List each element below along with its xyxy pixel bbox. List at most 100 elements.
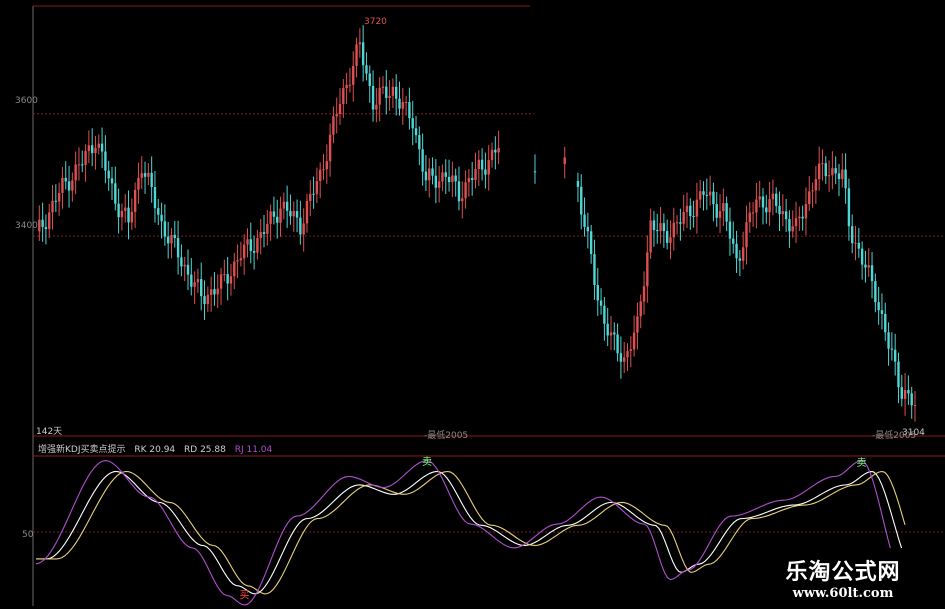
candle-body xyxy=(124,207,127,211)
candle-body xyxy=(44,226,48,230)
candle-body xyxy=(110,178,114,184)
mid-date-label: -最低2005 xyxy=(424,431,469,441)
candle-body xyxy=(345,84,348,89)
candle-body xyxy=(596,285,599,301)
candle-body xyxy=(649,220,652,253)
candle-body xyxy=(100,143,104,152)
candle-body xyxy=(824,163,827,177)
candle-body xyxy=(385,86,388,98)
candle-body xyxy=(712,191,715,205)
candle-body xyxy=(454,175,457,182)
candle-body xyxy=(494,149,497,153)
candle-body xyxy=(87,145,91,152)
candle-body xyxy=(616,334,619,354)
stock-chart: 卖 卖买 xyxy=(32,5,945,606)
candle-body xyxy=(900,387,903,399)
candle-body xyxy=(461,198,464,202)
candle-body xyxy=(851,226,854,244)
candle-body xyxy=(679,222,682,224)
candle-body xyxy=(332,116,335,135)
candle-body xyxy=(64,177,67,182)
candle-body xyxy=(646,252,649,287)
indicator-name[interactable]: 增强新KDJ买卖点提示 xyxy=(38,445,126,455)
watermark-title: 乐淘公式网 xyxy=(785,560,901,585)
candle-body xyxy=(860,248,864,265)
candle-body xyxy=(305,200,309,224)
candle-body xyxy=(233,261,236,277)
rd-value: RD 25.88 xyxy=(184,445,226,455)
candle-body xyxy=(457,181,461,202)
candle-body xyxy=(223,274,226,276)
bar-count-label: 142天 xyxy=(36,427,63,437)
candle-body xyxy=(474,168,477,181)
chart-frame xyxy=(32,5,945,606)
candle-body xyxy=(355,44,358,66)
y-tick-50: 50 xyxy=(22,530,34,540)
candle-body xyxy=(913,405,917,407)
candle-body xyxy=(190,274,193,287)
candle-body xyxy=(279,208,282,223)
candle-body xyxy=(57,192,61,202)
candle-body xyxy=(147,172,150,177)
candle-body xyxy=(378,87,381,105)
candle-body xyxy=(864,264,867,268)
candle-body xyxy=(77,164,81,166)
candle-body xyxy=(338,103,342,115)
candle-body xyxy=(890,348,894,350)
watermark-url: www.60lt.com xyxy=(792,586,894,601)
y-tick-3600: 3600 xyxy=(15,96,38,106)
candle-body xyxy=(715,204,718,218)
candle-body xyxy=(834,168,837,174)
candle-body xyxy=(470,178,474,181)
candle-body xyxy=(431,168,434,176)
candle-body xyxy=(186,264,190,275)
candle-body xyxy=(259,232,262,238)
candle-body xyxy=(781,211,785,215)
candle-body xyxy=(358,42,362,45)
candle-body xyxy=(761,196,765,208)
candle-body xyxy=(656,230,659,232)
candle-body xyxy=(41,219,44,227)
candle-body xyxy=(794,218,798,227)
candle-body xyxy=(563,157,566,165)
candle-body xyxy=(623,357,626,362)
candle-body xyxy=(61,177,64,193)
candle-body xyxy=(48,212,51,230)
candle-body xyxy=(695,199,699,217)
candle-body xyxy=(702,191,705,195)
candle-body xyxy=(867,265,870,268)
candle-body xyxy=(884,313,887,333)
candle-body xyxy=(725,203,728,222)
candle-body xyxy=(484,169,487,175)
candle-body xyxy=(143,173,147,177)
candle-body xyxy=(705,194,709,196)
candle-body xyxy=(361,42,365,66)
candle-body xyxy=(586,226,590,232)
candle-body xyxy=(629,349,633,352)
candle-body xyxy=(256,237,259,253)
candle-body xyxy=(200,279,203,297)
watermark: 乐淘公式网 www.60lt.com xyxy=(745,548,941,606)
candle-body xyxy=(735,243,738,259)
candle-body xyxy=(467,178,471,183)
candle-body xyxy=(497,147,500,153)
candle-body xyxy=(246,239,249,245)
candle-body xyxy=(236,260,239,262)
candle-body xyxy=(67,181,71,191)
candle-body xyxy=(272,211,276,217)
candle-body xyxy=(751,212,755,214)
candle-body xyxy=(173,234,176,239)
candle-body xyxy=(54,200,58,202)
candle-body xyxy=(490,149,494,161)
candle-body xyxy=(292,211,295,217)
candle-body xyxy=(352,65,355,85)
candle-body xyxy=(289,210,292,217)
sell-signal-label: 卖 xyxy=(857,457,867,469)
candle-body xyxy=(798,216,801,219)
candle-body xyxy=(718,211,722,218)
candle-body xyxy=(302,223,305,235)
candle-body xyxy=(533,171,537,173)
candle-body xyxy=(636,316,639,333)
candle-body xyxy=(580,186,583,215)
candle-body xyxy=(444,172,447,177)
